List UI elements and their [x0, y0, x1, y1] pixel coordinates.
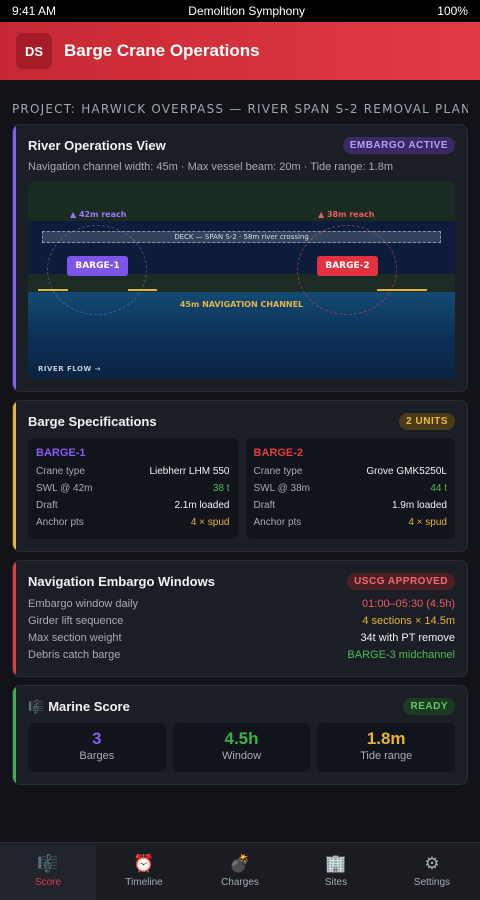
spec-value: 4 × spud	[408, 517, 447, 528]
barge-name: BARGE-2	[253, 447, 304, 459]
marine-score-card: 🎼 Marine Score READY 3 Barges 4.5h Windo…	[12, 685, 468, 785]
score-heading: 🎼 Marine Score	[28, 699, 130, 715]
tab-settings[interactable]: ⚙ Settings	[384, 843, 480, 900]
barge-2-marker[interactable]: BARGE-2	[317, 256, 378, 276]
river-operations-card: River Operations View EMBARGO ACTIVE Nav…	[12, 124, 468, 392]
score-label: Barges	[79, 750, 115, 762]
tab-label: Sites	[324, 877, 348, 888]
embargo-row: Embargo window daily 01:00–05:30 (4.5h)	[28, 596, 455, 613]
ready-badge: READY	[403, 698, 455, 715]
river-view-subline: Navigation channel width: 45m · Max vess…	[28, 161, 394, 173]
music-score-icon: 🎼	[28, 698, 45, 714]
tab-label: Score	[34, 877, 62, 888]
barge-name: BARGE-1	[36, 447, 86, 459]
spec-value: 2.1m loaded	[174, 500, 230, 511]
score-tile-window: 4.5h Window	[172, 723, 311, 772]
status-time: 9:41 AM	[12, 4, 57, 18]
uscg-badge: USCG APPROVED	[347, 573, 455, 590]
barge-2-reach-label: ▲ 38m reach	[318, 210, 375, 219]
embargo-card: Navigation Embargo Windows USCG APPROVED…	[12, 560, 468, 677]
spec-label: Anchor pts	[36, 517, 84, 528]
tab-label: Timeline	[125, 877, 163, 888]
score-label: Window	[221, 750, 262, 762]
spec-label: Draft	[36, 500, 58, 511]
spec-label: SWL @ 38m	[253, 483, 310, 494]
row-value: 4 sections × 14.5m	[362, 615, 455, 627]
app-logo[interactable]: DS	[16, 33, 52, 69]
spec-label: Draft	[253, 500, 276, 511]
row-label: Debris catch barge	[28, 649, 121, 661]
score-tile-barges: 3 Barges	[28, 723, 166, 772]
score-value: 3	[92, 729, 102, 748]
music-score-icon: 🎼	[37, 854, 59, 873]
tab-timeline[interactable]: ⏰ Timeline	[96, 843, 192, 900]
embargo-title: Navigation Embargo Windows	[28, 574, 215, 589]
spec-label: Crane type	[36, 466, 85, 477]
spec-value: 38 t	[212, 483, 230, 494]
spec-label: SWL @ 42m	[36, 483, 93, 494]
river-view-title: River Operations View	[28, 138, 166, 153]
score-value: 4.5h	[224, 729, 259, 748]
tab-sites[interactable]: 🏢 Sites	[288, 843, 384, 900]
tab-label: Charges	[221, 877, 259, 888]
units-badge: 2 UNITS	[399, 413, 455, 430]
specs-title: Barge Specifications	[28, 414, 157, 429]
barge-specs-card: Barge Specifications 2 UNITS BARGE-1 Cra…	[12, 400, 468, 552]
buoy-line	[38, 289, 68, 291]
embargo-row: Girder lift sequence 4 sections × 14.5m	[28, 613, 455, 630]
tab-score[interactable]: 🎼 Score	[0, 843, 96, 900]
status-battery: 100%	[437, 4, 468, 18]
spec-value: 1.9m loaded	[391, 500, 447, 511]
spec-value: 44 t	[430, 483, 447, 494]
river-diagram: ▲ 42m reach ▲ 38m reach DECK — SPAN S-2 …	[28, 181, 455, 379]
building-icon: 🏢	[325, 854, 347, 873]
gear-icon: ⚙	[424, 854, 440, 873]
buoy-line	[377, 289, 427, 291]
spec-value: 4 × spud	[190, 517, 230, 528]
embargo-status-badge: EMBARGO ACTIVE	[342, 137, 455, 154]
spec-value: Liebherr LHM 550	[149, 466, 230, 477]
spec-label: Anchor pts	[253, 517, 302, 528]
status-title: Demolition Symphony	[188, 4, 306, 18]
buoy-line	[128, 289, 157, 291]
barge-1-spec[interactable]: BARGE-1 Crane type Liebherr LHM 550 SWL @…	[28, 438, 238, 539]
tab-charges[interactable]: 💣 Charges	[192, 843, 288, 900]
row-value: 01:00–05:30 (4.5h)	[362, 598, 455, 610]
barge-2-spec[interactable]: BARGE-2 Crane type Grove GMK5250L SWL @ 3…	[245, 438, 455, 539]
row-label: Girder lift sequence	[28, 615, 124, 627]
score-title: Marine Score	[48, 699, 130, 714]
row-value: 34t with PT remove	[360, 632, 455, 644]
score-value: 1.8m	[366, 729, 406, 748]
spec-value: Grove GMK5250L	[366, 466, 447, 477]
alarm-clock-icon: ⏰	[133, 854, 155, 873]
row-label: Max section weight	[28, 632, 122, 644]
barge-1-marker[interactable]: BARGE-1	[67, 256, 128, 276]
bottom-tab-bar: 🎼 Score ⏰ Timeline 💣 Charges 🏢 Sites ⚙ S…	[0, 842, 480, 900]
row-value: BARGE-3 midchannel	[347, 649, 455, 661]
river-flow-label: RIVER FLOW →	[38, 365, 101, 373]
app-header: DS Barge Crane Operations	[0, 22, 480, 80]
deck-span: DECK — SPAN S-2 · 58m river crossing	[42, 231, 441, 243]
status-bar: 9:41 AM Demolition Symphony 100%	[0, 0, 480, 22]
channel-label: 45m NAVIGATION CHANNEL	[179, 300, 304, 309]
tab-label: Settings	[413, 877, 451, 888]
project-line: PROJECT: HARWICK OVERPASS — RIVER SPAN S…	[12, 102, 468, 116]
spec-label: Crane type	[253, 466, 303, 477]
page-title: Barge Crane Operations	[64, 41, 260, 60]
bomb-icon: 💣	[229, 854, 251, 873]
embargo-row: Max section weight 34t with PT remove	[28, 630, 455, 647]
score-label: Tide range	[360, 750, 413, 762]
barge-1-reach-label: ▲ 42m reach	[70, 210, 127, 219]
embargo-row: Debris catch barge BARGE-3 midchannel	[28, 647, 455, 664]
score-tile-tide: 1.8m Tide range	[317, 723, 456, 772]
row-label: Embargo window daily	[28, 598, 139, 610]
